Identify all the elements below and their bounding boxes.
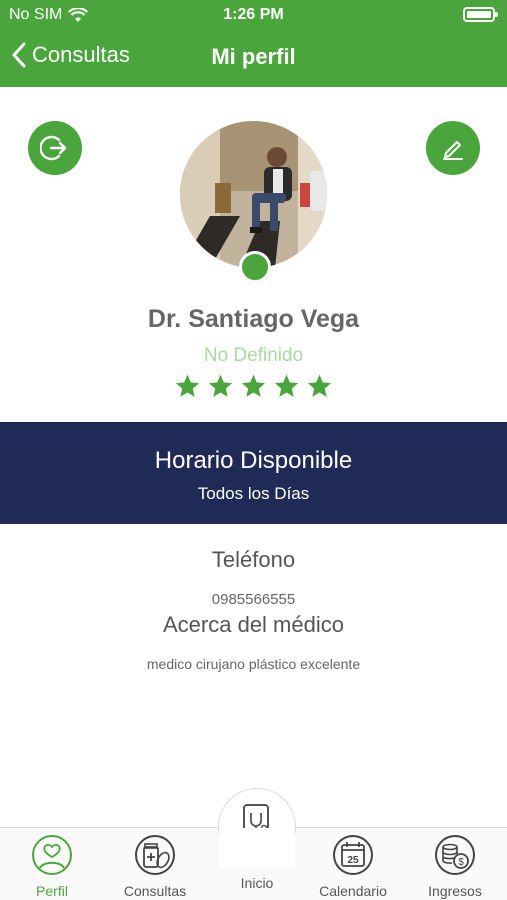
schedule-heading: Horario Disponible bbox=[154, 447, 353, 474]
online-status-indicator bbox=[239, 251, 271, 283]
calendar-day-number: 25 bbox=[347, 855, 359, 866]
header-bar: No SIM 1:26 PM Consultas Mi perfil bbox=[0, 0, 507, 87]
star-icon bbox=[208, 374, 233, 397]
rating-stars bbox=[0, 373, 507, 399]
phone-value[interactable]: 0985566555 bbox=[0, 591, 507, 608]
tab-ingresos-label: Ingresos bbox=[428, 883, 482, 899]
page-title: Mi perfil bbox=[211, 44, 296, 69]
schedule-value: Todos los Días bbox=[197, 484, 310, 503]
battery-icon bbox=[463, 7, 498, 22]
profile-photo bbox=[180, 121, 327, 268]
schedule-banner: Horario Disponible Todos los Días bbox=[0, 422, 507, 524]
star-icon bbox=[307, 374, 332, 397]
doctor-specialty: No Definido bbox=[203, 345, 304, 366]
status-time: 1:26 PM bbox=[223, 6, 284, 23]
avatar[interactable] bbox=[180, 121, 327, 268]
tab-perfil-label: Perfil bbox=[36, 883, 68, 899]
logout-button[interactable] bbox=[28, 121, 82, 175]
tab-calendario-label: Calendario bbox=[319, 883, 387, 899]
tab-bar-center-cutout bbox=[219, 828, 295, 868]
edit-profile-button[interactable] bbox=[426, 121, 480, 175]
tab-ingresos[interactable]: $ Ingresos bbox=[405, 834, 505, 899]
navigation-bar: Consultas Mi perfil bbox=[0, 30, 507, 87]
phone-label: Teléfono bbox=[211, 547, 296, 572]
tab-perfil[interactable]: Perfil bbox=[2, 834, 102, 899]
doctor-name: Dr. Santiago Vega bbox=[147, 305, 360, 333]
status-bar: No SIM 1:26 PM bbox=[0, 0, 507, 30]
coins-icon: $ bbox=[435, 835, 475, 875]
about-value: medico cirujano plástico excelente bbox=[146, 656, 361, 672]
star-icon bbox=[241, 374, 266, 397]
user-heart-icon bbox=[32, 835, 72, 875]
pencil-icon bbox=[443, 141, 463, 160]
svg-text:$: $ bbox=[458, 857, 464, 868]
logout-icon bbox=[40, 135, 67, 161]
star-icon bbox=[175, 374, 200, 397]
medicine-icon bbox=[135, 835, 175, 875]
calendar-icon: 25 bbox=[333, 835, 373, 875]
about-label: Acerca del médico bbox=[163, 612, 344, 637]
tab-consultas-label: Consultas bbox=[123, 883, 187, 899]
tab-consultas[interactable]: Consultas bbox=[105, 834, 205, 899]
tab-calendario[interactable]: 25 Calendario bbox=[303, 834, 403, 899]
tab-inicio-label: Inicio bbox=[240, 875, 274, 891]
star-icon bbox=[274, 374, 299, 397]
